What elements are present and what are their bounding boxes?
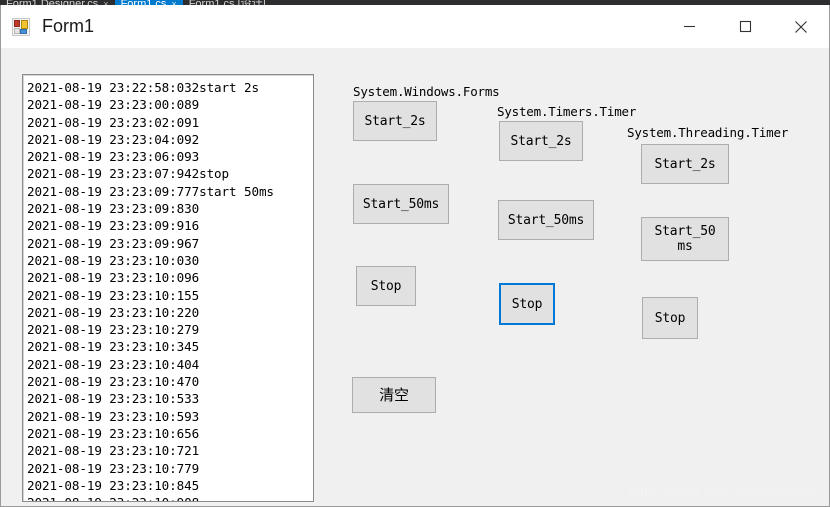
log-line: 2021-08-19 23:23:10:656 <box>27 425 200 441</box>
log-line: 2021-08-19 23:23:09:916 <box>27 218 200 234</box>
timers-timer-stop-button[interactable]: Stop <box>499 283 555 325</box>
log-line: 2021-08-19 23:23:10:345 <box>27 339 200 355</box>
windows-forms-start-2s-button[interactable]: Start_2s <box>353 101 437 141</box>
log-line: 2021-08-19 23:23:09:777start 50ms <box>27 183 274 199</box>
log-line: 2021-08-19 23:23:07:942stop <box>27 166 230 182</box>
log-line: 2021-08-19 23:23:10:030 <box>27 252 200 268</box>
form1-application-window: Form1.Designer.cs × Form1.cs × Form1.cs … <box>0 0 830 507</box>
group-label-windows-forms: System.Windows.Forms <box>353 84 500 99</box>
log-line: 2021-08-19 23:23:10:404 <box>27 356 200 372</box>
log-line: 2021-08-19 23:23:09:967 <box>27 235 200 251</box>
log-line: 2021-08-19 23:23:02:091 <box>27 114 200 130</box>
log-line: 2021-08-19 23:23:04:092 <box>27 131 200 147</box>
group-label-timers-timer: System.Timers.Timer <box>497 104 637 119</box>
log-line: 2021-08-19 23:23:10:155 <box>27 287 200 303</box>
windows-forms-start-50ms-button[interactable]: Start_50ms <box>353 184 449 224</box>
log-line: 2021-08-19 23:22:58:032start 2s <box>27 80 259 95</box>
log-line: 2021-08-19 23:23:10:845 <box>27 477 200 493</box>
log-line: 2021-08-19 23:23:10:279 <box>27 322 200 338</box>
maximize-button[interactable] <box>717 5 773 48</box>
clear-log-button[interactable]: 清空 <box>352 377 436 413</box>
threading-timer-start-2s-button[interactable]: Start_2s <box>641 144 729 184</box>
windows-forms-stop-button[interactable]: Stop <box>356 266 416 306</box>
winforms-app-icon <box>12 17 30 36</box>
threading-timer-start-50ms-button[interactable]: Start_50 ms <box>641 217 729 261</box>
log-line: 2021-08-19 23:23:10:721 <box>27 443 200 459</box>
close-button[interactable] <box>773 5 829 48</box>
watermark: https://blog.csdn.net/lljss1980 <box>628 484 818 500</box>
window-title: Form1 <box>42 16 95 36</box>
log-line: 2021-08-19 23:23:00:089 <box>27 97 200 113</box>
caption-buttons <box>661 5 829 48</box>
form-client-area: 2021-08-19 23:22:58:032start 2s 2021-08-1… <box>1 48 829 506</box>
log-line: 2021-08-19 23:23:10:096 <box>27 270 200 286</box>
log-line: 2021-08-19 23:23:10:593 <box>27 408 200 424</box>
threading-timer-stop-button[interactable]: Stop <box>642 297 698 339</box>
log-line: 2021-08-19 23:23:10:908 <box>27 494 313 501</box>
log-line: 2021-08-19 23:23:09:830 <box>27 201 200 217</box>
timers-timer-start-50ms-button[interactable]: Start_50ms <box>498 200 594 240</box>
group-label-threading-timer: System.Threading.Timer <box>627 125 789 140</box>
log-line: 2021-08-19 23:23:10:220 <box>27 304 200 320</box>
log-line: 2021-08-19 23:23:10:533 <box>27 391 200 407</box>
log-line: 2021-08-19 23:23:06:093 <box>27 149 200 165</box>
log-textbox[interactable]: 2021-08-19 23:22:58:032start 2s 2021-08-1… <box>22 74 314 502</box>
title-bar[interactable]: Form1 <box>1 5 829 48</box>
log-line: 2021-08-19 23:23:10:470 <box>27 374 200 390</box>
form-window: Form1 2021-08-19 23:22:58:032start 2s 20… <box>0 5 830 507</box>
minimize-button[interactable] <box>661 5 717 48</box>
log-line: 2021-08-19 23:23:10:779 <box>27 460 200 476</box>
timers-timer-start-2s-button[interactable]: Start_2s <box>499 121 583 161</box>
